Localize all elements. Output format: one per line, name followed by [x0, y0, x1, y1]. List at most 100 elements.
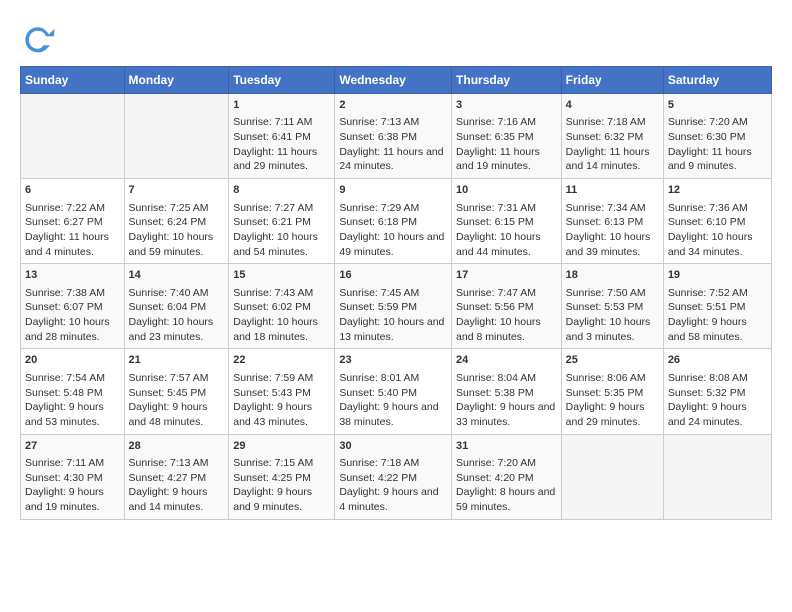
calendar-cell: 9Sunrise: 7:29 AMSunset: 6:18 PMDaylight…: [335, 179, 452, 264]
week-row-1: 1Sunrise: 7:11 AMSunset: 6:41 PMDaylight…: [21, 94, 772, 179]
day-info: Sunrise: 7:22 AM: [25, 201, 120, 216]
day-number: 5: [668, 98, 767, 113]
day-info: Sunset: 6:07 PM: [25, 300, 120, 315]
day-number: 14: [129, 268, 225, 283]
logo: [20, 20, 60, 56]
calendar-cell: 15Sunrise: 7:43 AMSunset: 6:02 PMDayligh…: [229, 264, 335, 349]
day-number: 28: [129, 439, 225, 454]
day-info: Sunset: 6:30 PM: [668, 130, 767, 145]
day-info: Daylight: 9 hours and 33 minutes.: [456, 400, 557, 429]
day-info: Sunrise: 7:45 AM: [339, 286, 447, 301]
day-number: 25: [566, 353, 659, 368]
day-number: 29: [233, 439, 330, 454]
calendar-cell: 28 Sunrise: 7:13 AMSunset: 4:27 PMDayligh…: [124, 434, 229, 519]
day-info: Sunset: 4:30 PM: [25, 471, 120, 486]
weekday-header-thursday: Thursday: [452, 67, 562, 94]
calendar-cell: 27Sunrise: 7:11 AMSunset: 4:30 PMDayligh…: [21, 434, 125, 519]
day-info: Daylight: 8 hours and 59 minutes.: [456, 485, 557, 514]
day-number: 17: [456, 268, 557, 283]
day-info: Sunrise: 8:01 AM: [339, 371, 447, 386]
calendar-cell: 19Sunrise: 7:52 AMSunset: 5:51 PMDayligh…: [663, 264, 771, 349]
calendar-cell: [663, 434, 771, 519]
calendar-cell: 6Sunrise: 7:22 AMSunset: 6:27 PMDaylight…: [21, 179, 125, 264]
day-info: Sunset: 6:18 PM: [339, 215, 447, 230]
day-number: 30: [339, 439, 447, 454]
day-info: Sunrise: 7:20 AM: [668, 115, 767, 130]
day-info: Daylight: 10 hours and 13 minutes.: [339, 315, 447, 344]
day-info: Daylight: 11 hours and 9 minutes.: [668, 145, 767, 174]
day-info: Sunset: 6:35 PM: [456, 130, 557, 145]
calendar-cell: 21Sunrise: 7:57 AMSunset: 5:45 PMDayligh…: [124, 349, 229, 434]
calendar-cell: 7 Sunrise: 7:25 AMSunset: 6:24 PMDaylight…: [124, 179, 229, 264]
day-number: 19: [668, 268, 767, 283]
day-number: 22: [233, 353, 330, 368]
calendar-cell: 20Sunrise: 7:54 AMSunset: 5:48 PMDayligh…: [21, 349, 125, 434]
day-info: Sunrise: 7:54 AM: [25, 371, 120, 386]
day-number: 6: [25, 183, 120, 198]
day-number: 31: [456, 439, 557, 454]
day-info: Sunset: 6:24 PM: [129, 215, 225, 230]
day-info: Daylight: 11 hours and 14 minutes.: [566, 145, 659, 174]
calendar-cell: 25Sunrise: 8:06 AMSunset: 5:35 PMDayligh…: [561, 349, 663, 434]
day-info: Sunset: 5:40 PM: [339, 386, 447, 401]
calendar-cell: 18Sunrise: 7:50 AMSunset: 5:53 PMDayligh…: [561, 264, 663, 349]
day-info: Daylight: 10 hours and 8 minutes.: [456, 315, 557, 344]
day-info: Sunset: 5:59 PM: [339, 300, 447, 315]
day-info: Daylight: 10 hours and 59 minutes.: [129, 230, 225, 259]
day-info: Sunset: 6:38 PM: [339, 130, 447, 145]
day-info: Daylight: 11 hours and 24 minutes.: [339, 145, 447, 174]
calendar-cell: 12Sunrise: 7:36 AMSunset: 6:10 PMDayligh…: [663, 179, 771, 264]
weekday-header-monday: Monday: [124, 67, 229, 94]
calendar-cell: 14Sunrise: 7:40 AMSunset: 6:04 PMDayligh…: [124, 264, 229, 349]
day-info: Sunset: 6:27 PM: [25, 215, 120, 230]
day-number: 11: [566, 183, 659, 198]
day-info: Sunrise: 7:59 AM: [233, 371, 330, 386]
day-info: Daylight: 9 hours and 14 minutes.: [129, 485, 225, 514]
day-info: Sunrise: 7:13 AM: [129, 456, 225, 471]
day-info: Daylight: 10 hours and 34 minutes.: [668, 230, 767, 259]
weekday-header-row: SundayMondayTuesdayWednesdayThursdayFrid…: [21, 67, 772, 94]
day-number: 4: [566, 98, 659, 113]
day-info: Sunset: 6:13 PM: [566, 215, 659, 230]
day-number: 16: [339, 268, 447, 283]
day-info: Daylight: 10 hours and 28 minutes.: [25, 315, 120, 344]
calendar-cell: 2Sunrise: 7:13 AMSunset: 6:38 PMDaylight…: [335, 94, 452, 179]
day-number: 15: [233, 268, 330, 283]
day-number: 7: [129, 183, 225, 198]
day-info: Sunset: 5:48 PM: [25, 386, 120, 401]
weekday-header-friday: Friday: [561, 67, 663, 94]
day-info: Daylight: 9 hours and 24 minutes.: [668, 400, 767, 429]
day-info: Daylight: 9 hours and 58 minutes.: [668, 315, 767, 344]
logo-icon: [20, 20, 56, 56]
day-info: Sunrise: 8:04 AM: [456, 371, 557, 386]
calendar-cell: 10Sunrise: 7:31 AMSunset: 6:15 PMDayligh…: [452, 179, 562, 264]
day-info: Sunrise: 7:25 AM: [129, 201, 225, 216]
day-number: 18: [566, 268, 659, 283]
day-info: Sunrise: 7:40 AM: [129, 286, 225, 301]
day-info: Sunset: 4:27 PM: [129, 471, 225, 486]
calendar-cell: 1Sunrise: 7:11 AMSunset: 6:41 PMDaylight…: [229, 94, 335, 179]
day-info: Sunrise: 7:16 AM: [456, 115, 557, 130]
day-number: 26: [668, 353, 767, 368]
calendar-cell: 3Sunrise: 7:16 AMSunset: 6:35 PMDaylight…: [452, 94, 562, 179]
calendar-cell: 23Sunrise: 8:01 AMSunset: 5:40 PMDayligh…: [335, 349, 452, 434]
day-info: Daylight: 9 hours and 4 minutes.: [339, 485, 447, 514]
day-info: Sunrise: 7:31 AM: [456, 201, 557, 216]
page-header: [20, 20, 772, 56]
day-info: Daylight: 11 hours and 29 minutes.: [233, 145, 330, 174]
day-info: Sunrise: 7:11 AM: [25, 456, 120, 471]
day-info: Sunrise: 7:13 AM: [339, 115, 447, 130]
day-info: Daylight: 9 hours and 43 minutes.: [233, 400, 330, 429]
calendar-cell: 8Sunrise: 7:27 AMSunset: 6:21 PMDaylight…: [229, 179, 335, 264]
calendar-cell: [561, 434, 663, 519]
day-info: Sunset: 5:53 PM: [566, 300, 659, 315]
calendar-cell: 5 Sunrise: 7:20 AMSunset: 6:30 PMDaylight…: [663, 94, 771, 179]
day-number: 8: [233, 183, 330, 198]
calendar-cell: 24Sunrise: 8:04 AMSunset: 5:38 PMDayligh…: [452, 349, 562, 434]
week-row-4: 20 Sunrise: 7:54 AMSunset: 5:48 PM Dayligh…: [21, 349, 772, 434]
day-number: 20: [25, 353, 120, 368]
day-info: Sunrise: 8:06 AM: [566, 371, 659, 386]
day-info: Sunrise: 7:50 AM: [566, 286, 659, 301]
day-number: 27: [25, 439, 120, 454]
day-info: Sunset: 6:15 PM: [456, 215, 557, 230]
